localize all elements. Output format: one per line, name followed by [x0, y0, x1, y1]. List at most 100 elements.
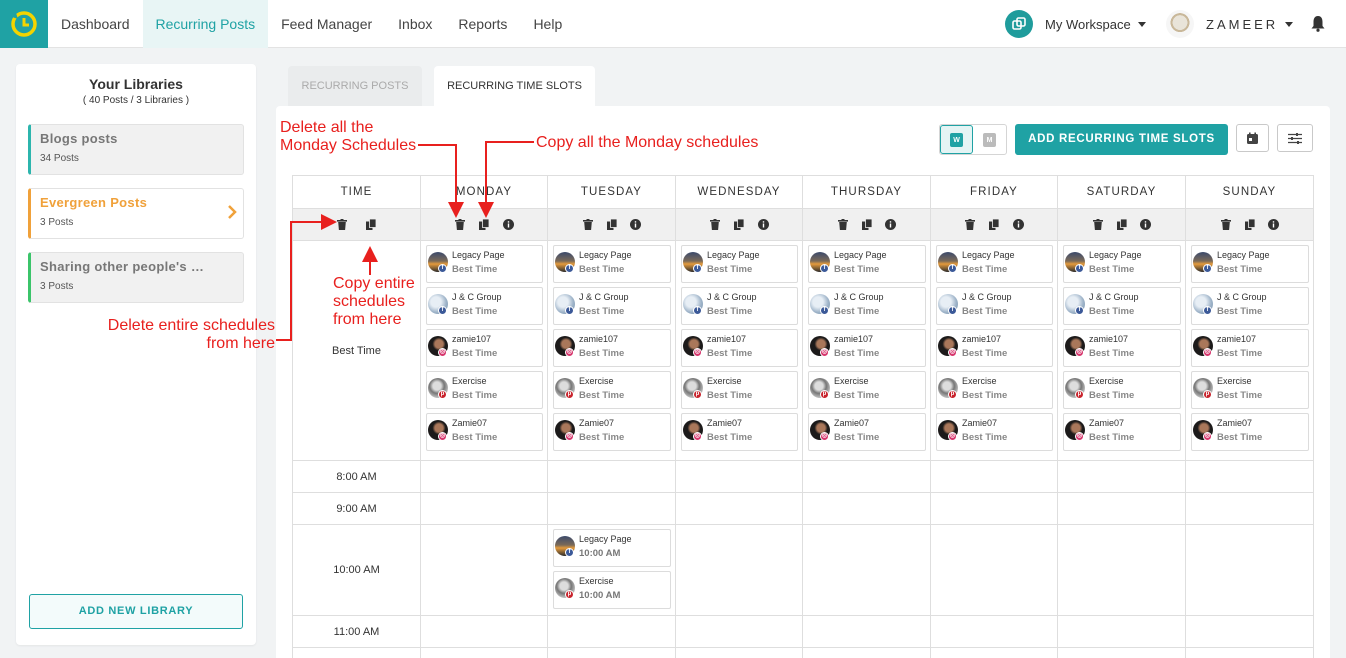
trash-icon[interactable]: [453, 217, 467, 231]
time-slot-card[interactable]: ◎ zamie107 Best Time: [808, 329, 926, 367]
slot-cell[interactable]: [420, 460, 548, 493]
trash-icon[interactable]: [708, 217, 722, 231]
slot-cell[interactable]: [802, 492, 931, 525]
slot-cell[interactable]: [1185, 524, 1314, 616]
time-slot-card[interactable]: ◎ Zamie07 Best Time: [426, 413, 543, 451]
slot-cell[interactable]: [420, 615, 548, 648]
time-slot-card[interactable]: f Legacy Page Best Time: [426, 245, 543, 283]
trash-icon[interactable]: [581, 217, 595, 231]
copy-icon[interactable]: [1115, 217, 1129, 231]
slot-cell[interactable]: [1057, 524, 1186, 616]
slot-cell[interactable]: [420, 647, 548, 658]
time-slot-card[interactable]: f J & C Group Best Time: [681, 287, 798, 325]
weekly-view-button[interactable]: W: [940, 125, 974, 154]
tab-recurring-time-slots[interactable]: RECURRING TIME SLOTS: [434, 66, 595, 106]
time-slot-card[interactable]: f Legacy Page Best Time: [553, 245, 671, 283]
nav-inbox[interactable]: Inbox: [385, 0, 445, 48]
nav-recurring-posts[interactable]: Recurring Posts: [142, 0, 269, 48]
copy-icon[interactable]: [477, 217, 491, 231]
slot-cell[interactable]: [802, 524, 931, 616]
time-slot-card[interactable]: p Exercise 10:00 AM: [553, 571, 671, 609]
time-slot-card[interactable]: p Exercise Best Time: [936, 371, 1053, 409]
slot-cell[interactable]: [930, 524, 1058, 616]
time-slot-card[interactable]: f Legacy Page 10:00 AM: [553, 529, 671, 567]
copy-icon[interactable]: [860, 217, 874, 231]
trash-icon[interactable]: [1091, 217, 1105, 231]
trash-icon[interactable]: [836, 217, 850, 231]
time-slot-card[interactable]: f J & C Group Best Time: [553, 287, 671, 325]
copy-icon[interactable]: [1243, 217, 1257, 231]
time-slot-card[interactable]: ◎ zamie107 Best Time: [681, 329, 798, 367]
slot-cell[interactable]: [1185, 647, 1314, 658]
slot-cell[interactable]: [930, 615, 1058, 648]
time-slot-card[interactable]: ◎ zamie107 Best Time: [553, 329, 671, 367]
time-slot-card[interactable]: f Legacy Page Best Time: [936, 245, 1053, 283]
add-new-library-button[interactable]: ADD NEW LIBRARY: [29, 594, 243, 629]
time-slot-card[interactable]: p Exercise Best Time: [426, 371, 543, 409]
slot-cell[interactable]: [420, 524, 548, 616]
info-icon[interactable]: [884, 217, 898, 231]
info-icon[interactable]: [629, 217, 643, 231]
library-card-evergreen[interactable]: Evergreen Posts 3 Posts: [28, 188, 244, 239]
time-slot-card[interactable]: f Legacy Page Best Time: [808, 245, 926, 283]
slot-cell[interactable]: [1185, 460, 1314, 493]
slot-cell[interactable]: [930, 647, 1058, 658]
time-slot-card[interactable]: p Exercise Best Time: [1191, 371, 1309, 409]
time-slot-card[interactable]: ◎ Zamie07 Best Time: [1063, 413, 1181, 451]
tab-recurring-posts[interactable]: RECURRING POSTS: [288, 66, 422, 106]
slot-cell[interactable]: [675, 524, 803, 616]
copy-icon[interactable]: [605, 217, 619, 231]
library-card-blogs[interactable]: Blogs posts 34 Posts: [28, 124, 244, 175]
time-slot-card[interactable]: f J & C Group Best Time: [1063, 287, 1181, 325]
bell-icon[interactable]: [1311, 15, 1325, 37]
time-slot-card[interactable]: ◎ Zamie07 Best Time: [808, 413, 926, 451]
calendar-button[interactable]: [1236, 124, 1269, 152]
nav-reports[interactable]: Reports: [445, 0, 520, 48]
time-slot-card[interactable]: ◎ zamie107 Best Time: [936, 329, 1053, 367]
time-slot-card[interactable]: f Legacy Page Best Time: [1191, 245, 1309, 283]
time-slot-card[interactable]: ◎ Zamie07 Best Time: [681, 413, 798, 451]
time-slot-card[interactable]: p Exercise Best Time: [808, 371, 926, 409]
slot-cell[interactable]: [547, 492, 676, 525]
slot-cell[interactable]: [1057, 492, 1186, 525]
app-logo[interactable]: [0, 0, 48, 48]
info-icon[interactable]: [1267, 217, 1281, 231]
slot-cell[interactable]: [930, 492, 1058, 525]
trash-icon[interactable]: [963, 217, 977, 231]
slot-cell[interactable]: [675, 615, 803, 648]
workspace-dropdown[interactable]: My Workspace: [1005, 10, 1146, 38]
time-slot-card[interactable]: ◎ Zamie07 Best Time: [1191, 413, 1309, 451]
library-card-sharing[interactable]: Sharing other people's c... 3 Posts: [28, 252, 244, 303]
slot-cell[interactable]: [675, 492, 803, 525]
filter-button[interactable]: [1277, 124, 1313, 152]
slot-cell[interactable]: [1185, 615, 1314, 648]
copy-icon[interactable]: [732, 217, 746, 231]
slot-cell[interactable]: [547, 647, 676, 658]
user-menu[interactable]: ZAMEER: [1166, 10, 1294, 38]
slot-cell[interactable]: [1185, 492, 1314, 525]
slot-cell[interactable]: [802, 460, 931, 493]
time-slot-card[interactable]: ◎ Zamie07 Best Time: [936, 413, 1053, 451]
time-slot-card[interactable]: ◎ zamie107 Best Time: [1063, 329, 1181, 367]
nav-help[interactable]: Help: [520, 0, 575, 48]
info-icon[interactable]: [1011, 217, 1025, 231]
time-slot-card[interactable]: f J & C Group Best Time: [1191, 287, 1309, 325]
time-slot-card[interactable]: ◎ Zamie07 Best Time: [553, 413, 671, 451]
slot-cell[interactable]: [1057, 647, 1186, 658]
nav-dashboard[interactable]: Dashboard: [48, 0, 143, 48]
slot-cell[interactable]: [420, 492, 548, 525]
time-slot-card[interactable]: f Legacy Page Best Time: [681, 245, 798, 283]
info-icon[interactable]: [501, 217, 515, 231]
copy-icon[interactable]: [987, 217, 1001, 231]
time-slot-card[interactable]: f J & C Group Best Time: [808, 287, 926, 325]
time-slot-card[interactable]: p Exercise Best Time: [553, 371, 671, 409]
time-slot-card[interactable]: ◎ zamie107 Best Time: [1191, 329, 1309, 367]
slot-cell[interactable]: [930, 460, 1058, 493]
trash-icon[interactable]: [335, 217, 349, 231]
slot-cell[interactable]: [802, 615, 931, 648]
add-recurring-time-slots-button[interactable]: ADD RECURRING TIME SLOTS: [1015, 124, 1228, 155]
nav-feed-manager[interactable]: Feed Manager: [268, 0, 385, 48]
time-slot-card[interactable]: ◎ zamie107 Best Time: [426, 329, 543, 367]
slot-cell[interactable]: [675, 460, 803, 493]
monthly-view-button[interactable]: M: [973, 125, 1006, 154]
